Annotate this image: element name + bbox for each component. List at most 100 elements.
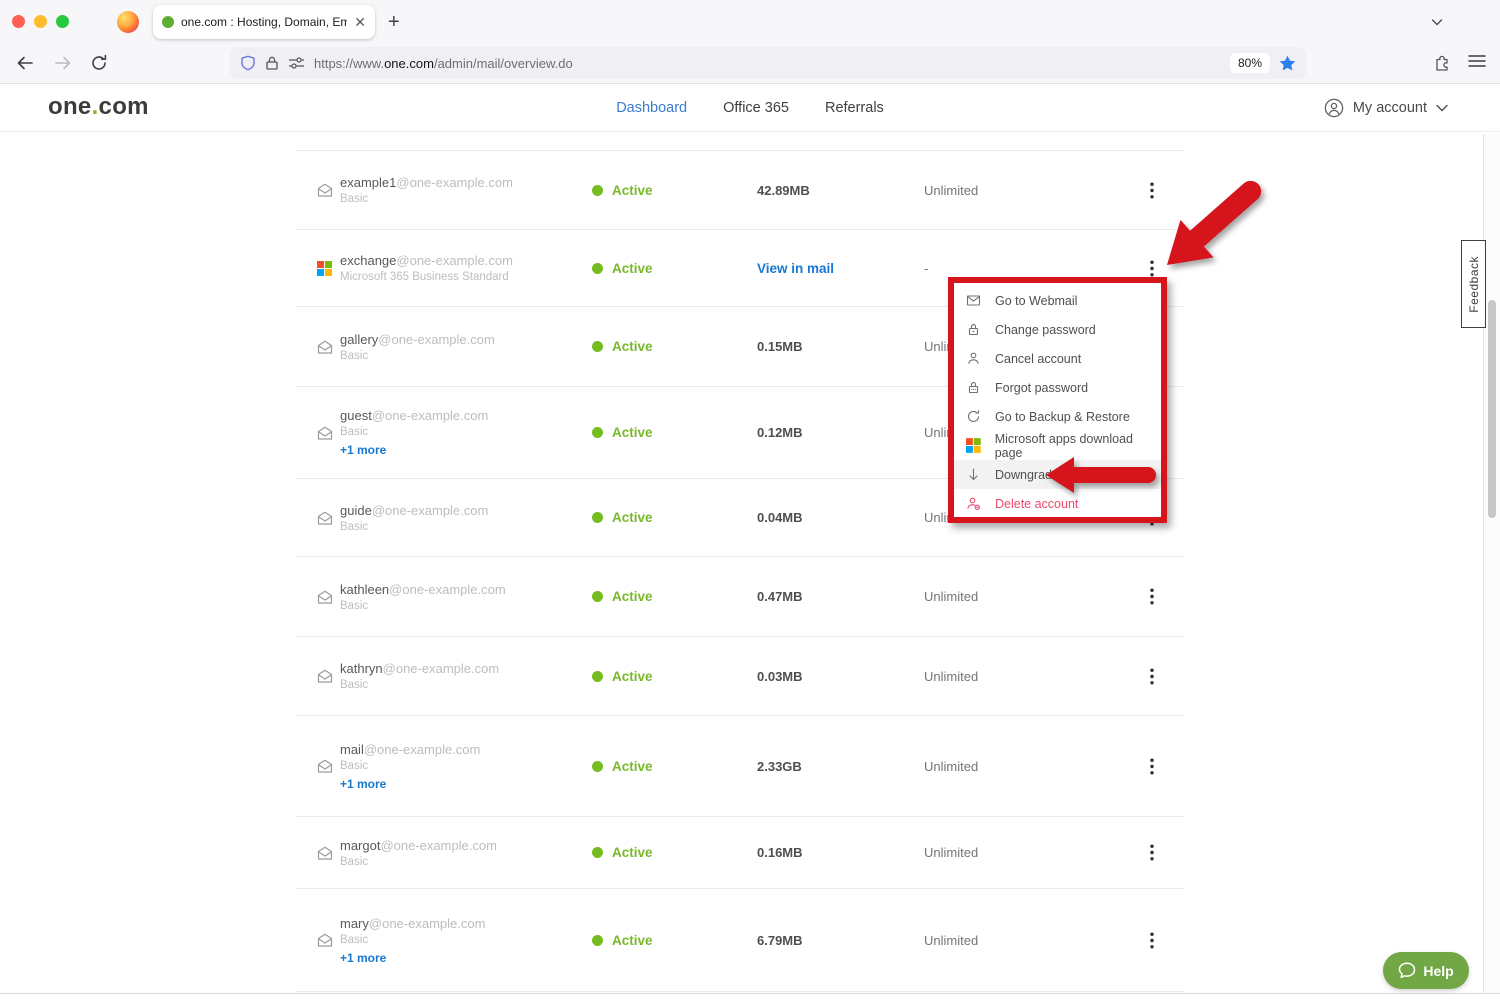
usage-value: 6.79MB bbox=[757, 933, 924, 948]
mail-icon bbox=[295, 846, 340, 860]
plan-label: Basic bbox=[340, 679, 590, 691]
more-aliases-link[interactable]: +1 more bbox=[340, 777, 590, 791]
minimize-window-button[interactable] bbox=[34, 15, 47, 28]
email-address: guide@one-example.com bbox=[340, 503, 590, 518]
browser-chrome: one.com : Hosting, Domain, Ema ✕ + https… bbox=[0, 0, 1500, 84]
row-menu-kebab-button[interactable] bbox=[1119, 668, 1185, 685]
url-bar[interactable]: https://www.one.com/admin/mail/overview.… bbox=[230, 47, 1306, 79]
email-address: mary@one-example.com bbox=[340, 916, 590, 931]
maximize-window-button[interactable] bbox=[56, 15, 69, 28]
my-account-label: My account bbox=[1353, 100, 1427, 116]
usage-value: 0.15MB bbox=[757, 339, 924, 354]
plan-label: Microsoft 365 Business Standard bbox=[340, 271, 590, 283]
main-nav: Dashboard Office 365 Referrals bbox=[0, 84, 1500, 132]
tab-strip: one.com : Hosting, Domain, Ema ✕ + bbox=[0, 0, 1500, 43]
quota-value: Unlimited bbox=[924, 933, 1119, 948]
status-label: Active bbox=[612, 339, 653, 354]
mail-icon bbox=[295, 426, 340, 440]
mail-icon bbox=[295, 669, 340, 683]
table-row: mail@one-example.comBasic+1 more Active … bbox=[295, 716, 1185, 817]
table-row: example1@one-example.comBasic Active 42.… bbox=[295, 150, 1185, 230]
nav-dashboard[interactable]: Dashboard bbox=[616, 100, 687, 116]
help-button[interactable]: Help bbox=[1383, 952, 1469, 989]
my-account-menu[interactable]: My account bbox=[1324, 84, 1448, 132]
url-text[interactable]: https://www.one.com/admin/mail/overview.… bbox=[314, 56, 1221, 71]
account-person-icon bbox=[1324, 98, 1344, 118]
back-button[interactable] bbox=[16, 54, 34, 72]
feedback-tab[interactable]: Feedback bbox=[1461, 240, 1486, 328]
plan-label: Basic bbox=[340, 600, 590, 612]
bookmark-star-icon[interactable] bbox=[1279, 55, 1296, 72]
status-label: Active bbox=[612, 759, 653, 774]
status-dot bbox=[592, 671, 603, 682]
email-address: example1@one-example.com bbox=[340, 175, 590, 190]
firefox-icon bbox=[117, 11, 139, 33]
site-header: one.com Dashboard Office 365 Referrals M… bbox=[0, 84, 1500, 132]
browser-tab[interactable]: one.com : Hosting, Domain, Ema ✕ bbox=[153, 5, 375, 39]
scrollbar-thumb[interactable] bbox=[1488, 300, 1496, 518]
tracking-shield-icon[interactable] bbox=[240, 55, 256, 71]
mail-icon bbox=[295, 511, 340, 525]
tab-title: one.com : Hosting, Domain, Ema bbox=[181, 15, 347, 29]
menu-item-go-to-webmail[interactable]: Go to Webmail bbox=[954, 286, 1161, 315]
plan-label: Basic bbox=[340, 426, 590, 438]
email-address: gallery@one-example.com bbox=[340, 332, 590, 347]
zoom-level-badge[interactable]: 80% bbox=[1230, 53, 1270, 73]
site-permissions-icon[interactable] bbox=[288, 56, 305, 70]
status-dot bbox=[592, 185, 603, 196]
table-row: kathryn@one-example.comBasic Active 0.03… bbox=[295, 637, 1185, 716]
usage-value: 0.47MB bbox=[757, 589, 924, 604]
mail-icon bbox=[295, 340, 340, 354]
mail-icon bbox=[295, 183, 340, 197]
annotation-arrow-to-downgrade bbox=[1044, 455, 1156, 495]
chat-bubble-icon bbox=[1398, 962, 1416, 979]
plan-label: Basic bbox=[340, 760, 590, 772]
quota-value: - bbox=[924, 261, 1119, 276]
mail-icon bbox=[295, 759, 340, 773]
email-address: kathryn@one-example.com bbox=[340, 661, 590, 676]
forward-button[interactable] bbox=[54, 54, 72, 72]
tab-close-icon[interactable]: ✕ bbox=[354, 15, 366, 29]
status-dot bbox=[592, 341, 603, 352]
usage-value: 2.33GB bbox=[757, 759, 924, 774]
restore-icon bbox=[966, 409, 981, 424]
menu-item-forgot-password[interactable]: Forgot password bbox=[954, 373, 1161, 402]
menu-item-change-password[interactable]: Change password bbox=[954, 315, 1161, 344]
status-dot bbox=[592, 761, 603, 772]
row-menu-kebab-button[interactable] bbox=[1119, 844, 1185, 861]
view-in-mail-link[interactable]: View in mail bbox=[757, 261, 834, 276]
row-menu-kebab-button[interactable] bbox=[1119, 588, 1185, 605]
status-dot bbox=[592, 512, 603, 523]
down-arrow-icon bbox=[966, 467, 981, 482]
microsoft-icon bbox=[966, 438, 981, 453]
email-address: margot@one-example.com bbox=[340, 838, 590, 853]
menu-item-backup-restore[interactable]: Go to Backup & Restore bbox=[954, 402, 1161, 431]
more-aliases-link[interactable]: +1 more bbox=[340, 951, 590, 965]
plan-label: Basic bbox=[340, 934, 590, 946]
status-label: Active bbox=[612, 183, 653, 198]
new-tab-button[interactable]: + bbox=[388, 12, 400, 32]
lock-keyhole-icon bbox=[966, 380, 981, 395]
email-address: mail@one-example.com bbox=[340, 742, 590, 757]
menu-item-cancel-account[interactable]: Cancel account bbox=[954, 344, 1161, 373]
email-address: kathleen@one-example.com bbox=[340, 582, 590, 597]
status-label: Active bbox=[612, 425, 653, 440]
row-menu-kebab-button[interactable] bbox=[1119, 932, 1185, 949]
lock-icon[interactable] bbox=[265, 55, 279, 71]
menu-hamburger-icon[interactable] bbox=[1468, 53, 1486, 69]
close-window-button[interactable] bbox=[12, 15, 25, 28]
nav-office-365[interactable]: Office 365 bbox=[723, 100, 789, 116]
usage-value: 0.12MB bbox=[757, 425, 924, 440]
more-aliases-link[interactable]: +1 more bbox=[340, 443, 590, 457]
chevron-down-icon bbox=[1436, 104, 1448, 112]
plan-label: Basic bbox=[340, 521, 590, 533]
tab-overflow-chevron-icon[interactable] bbox=[1430, 15, 1444, 29]
extensions-puzzle-icon[interactable] bbox=[1433, 53, 1452, 72]
row-menu-kebab-button[interactable] bbox=[1119, 758, 1185, 775]
status-dot bbox=[592, 935, 603, 946]
status-label: Active bbox=[612, 933, 653, 948]
email-address: guest@one-example.com bbox=[340, 408, 590, 423]
nav-referrals[interactable]: Referrals bbox=[825, 100, 884, 116]
window-controls bbox=[12, 15, 69, 28]
reload-button[interactable] bbox=[90, 54, 108, 72]
